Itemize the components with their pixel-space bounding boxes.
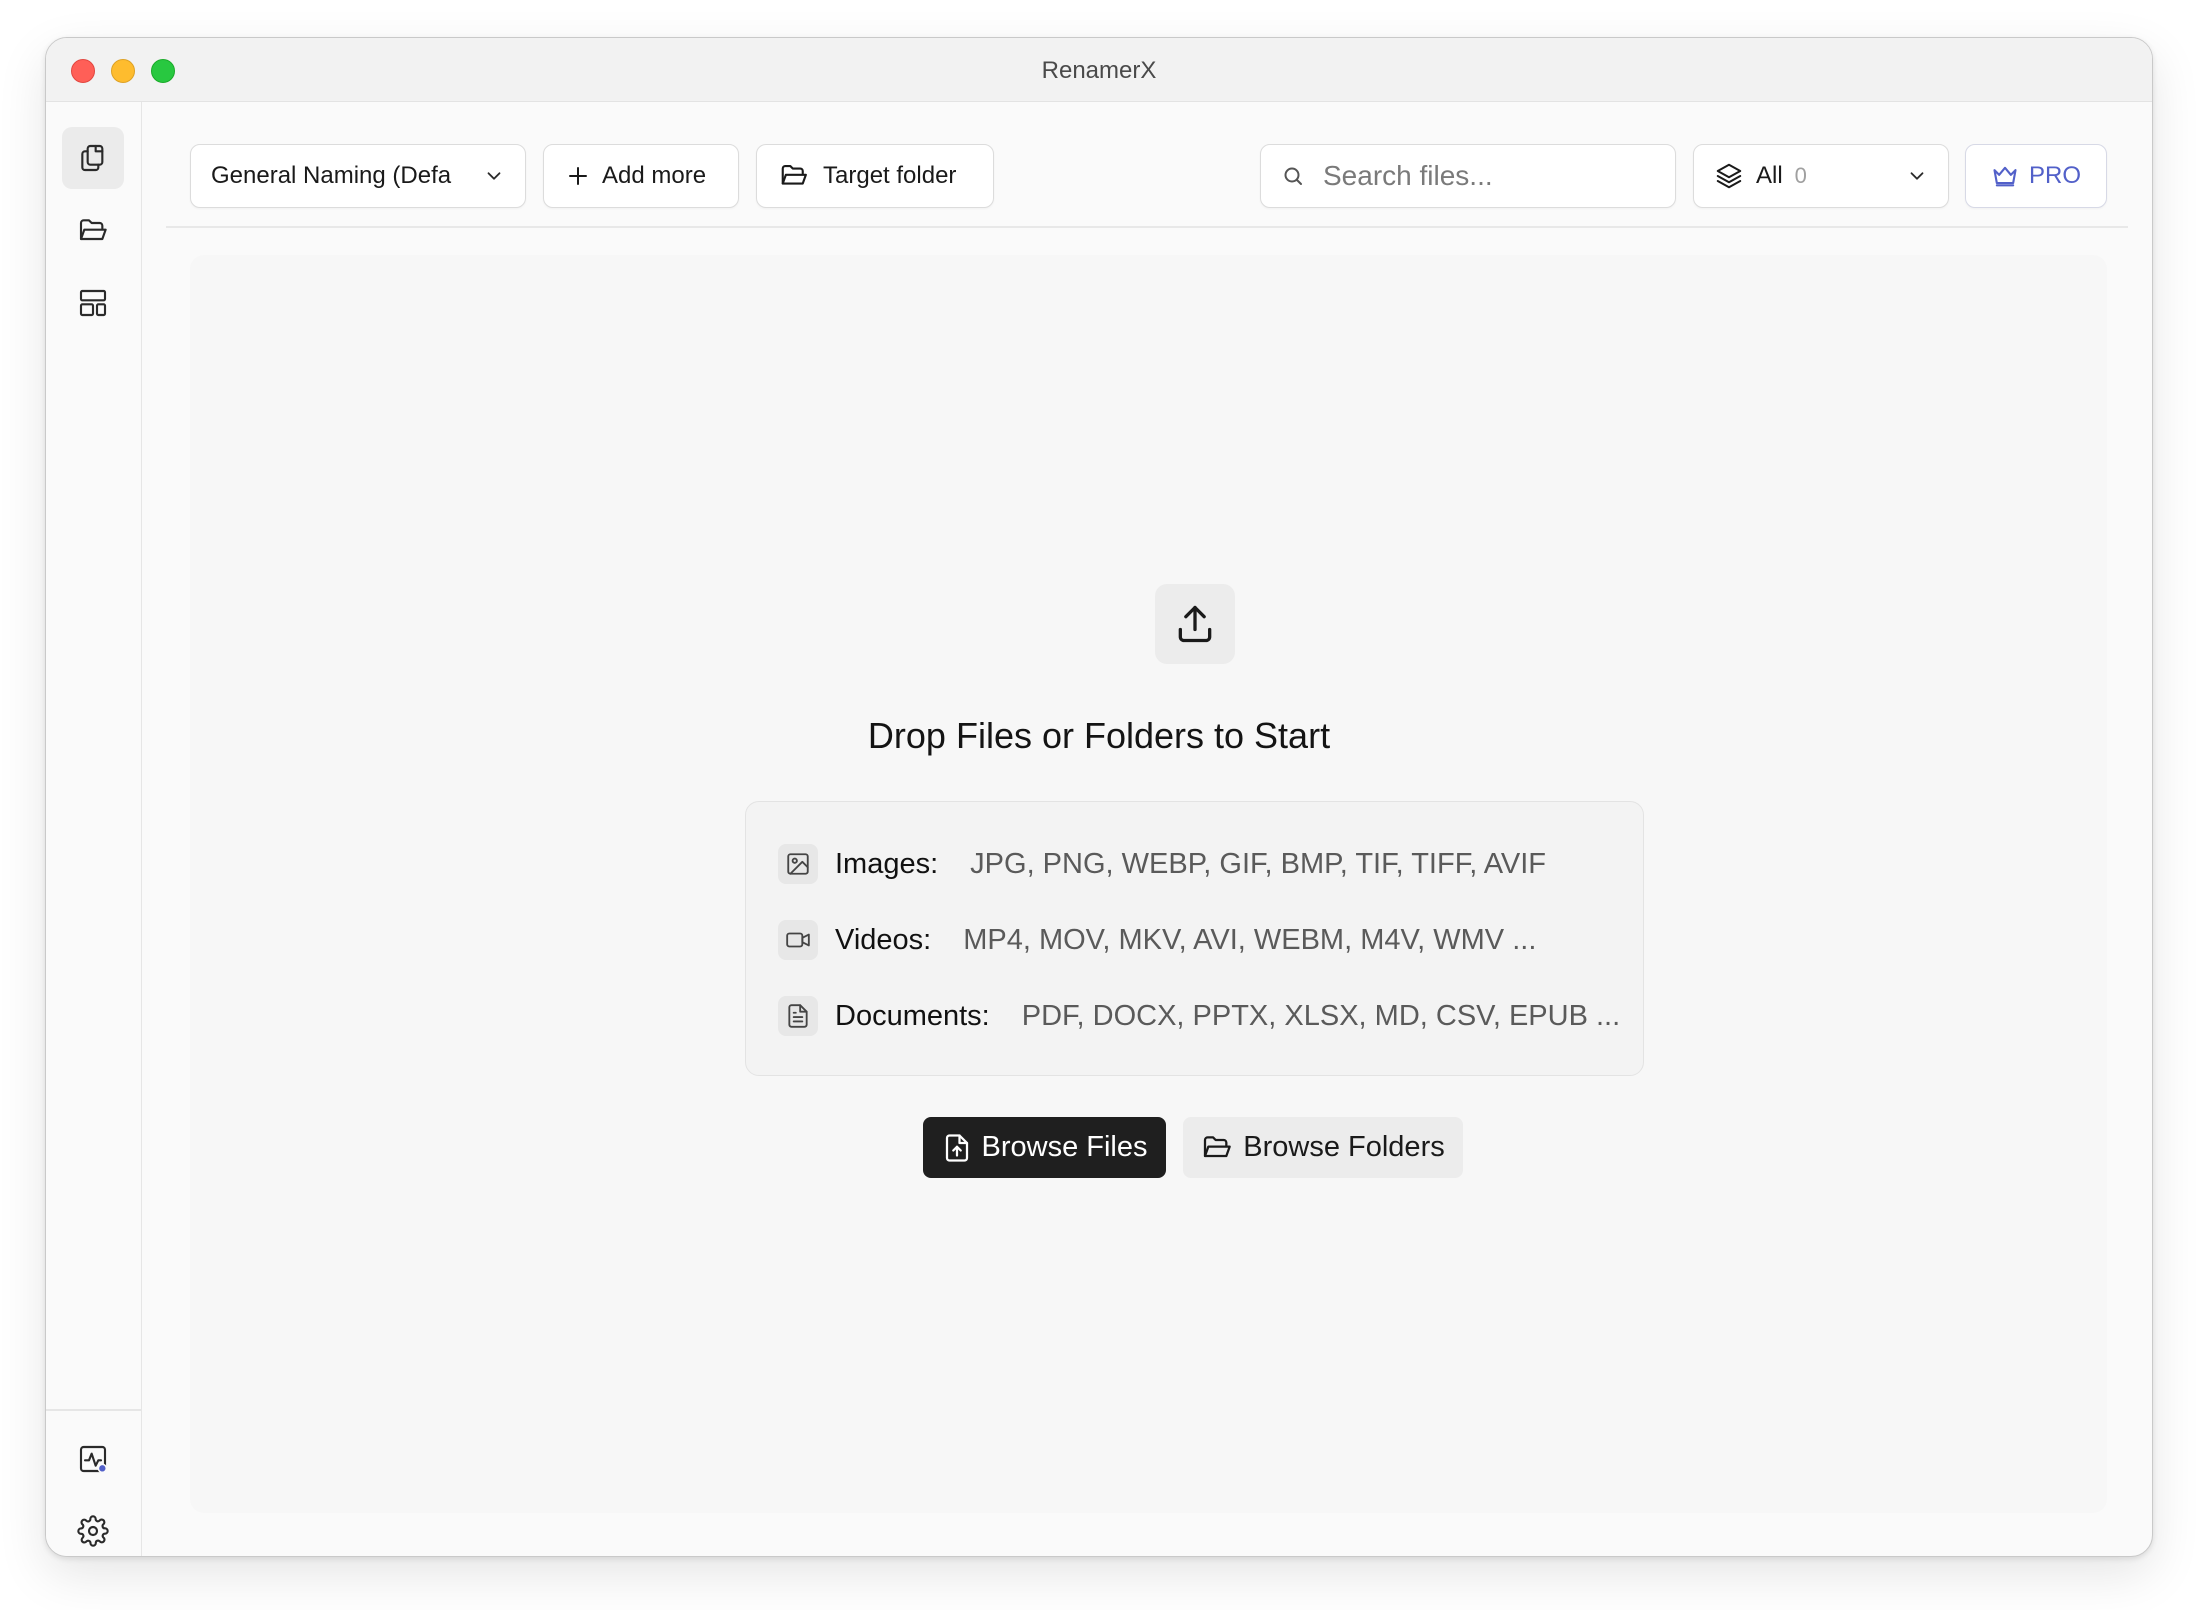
browse-files-button[interactable]: Browse Files xyxy=(923,1117,1166,1178)
target-folder-button[interactable]: Target folder xyxy=(756,144,994,208)
document-icon xyxy=(778,996,818,1036)
folder-open-icon xyxy=(1204,1135,1232,1157)
browse-folders-button[interactable]: Browse Folders xyxy=(1183,1117,1463,1178)
crown-icon xyxy=(1993,166,2017,187)
toolbar-divider xyxy=(166,226,2128,228)
type-values: PDF, DOCX, PPTX, XLSX, MD, CSV, EPUB ... xyxy=(1021,999,1621,1032)
browse-files-label: Browse Files xyxy=(981,1131,1148,1163)
upload-icon xyxy=(1178,605,1212,643)
search-input[interactable] xyxy=(1323,160,1643,192)
chevron-down-icon xyxy=(1910,172,1924,180)
activity-icon xyxy=(79,1445,108,1474)
sidebar-item-activity[interactable] xyxy=(62,1428,124,1490)
layers-icon xyxy=(1716,163,1742,189)
filter-label: All xyxy=(1756,162,1783,189)
chevron-down-icon xyxy=(487,172,501,180)
type-label: Images: xyxy=(835,847,939,880)
add-more-button[interactable]: Add more xyxy=(543,144,739,208)
type-label: Documents: xyxy=(835,999,990,1032)
sidebar-item-folders[interactable] xyxy=(62,200,124,262)
type-row-videos: Videos: MP4, MOV, MKV, AVI, WEBM, M4V, W… xyxy=(778,920,1536,960)
image-icon xyxy=(778,844,818,884)
pro-label: PRO xyxy=(2028,162,2081,189)
pro-upgrade-button[interactable]: PRO xyxy=(1965,144,2107,208)
upload-icon-tile xyxy=(1155,584,1235,664)
search-field[interactable] xyxy=(1260,144,1676,208)
type-label: Videos: xyxy=(835,923,932,956)
browse-folders-label: Browse Folders xyxy=(1243,1131,1445,1163)
search-icon xyxy=(1284,167,1302,185)
naming-preset-label: General Naming (Defa xyxy=(211,162,452,189)
sidebar-item-settings[interactable] xyxy=(62,1500,124,1556)
sidebar xyxy=(46,102,142,1556)
filter-count-badge: 0 xyxy=(1794,163,1807,188)
app-window: RenamerX General Naming (Defa Add more T… xyxy=(45,37,2153,1557)
window-title: RenamerX xyxy=(1041,57,1157,84)
type-row-images: Images: JPG, PNG, WEBP, GIF, BMP, TIF, T… xyxy=(778,844,1546,884)
gear-icon xyxy=(77,1515,109,1547)
files-icon xyxy=(81,144,104,172)
add-more-label: Add more xyxy=(602,162,707,189)
drop-zone-title: Drop Files or Folders to Start xyxy=(867,715,1331,756)
target-folder-label: Target folder xyxy=(823,162,957,189)
naming-preset-select[interactable]: General Naming (Defa xyxy=(190,144,526,208)
file-type-filter-select[interactable]: All 0 xyxy=(1693,144,1949,208)
title-bar: RenamerX xyxy=(46,38,2152,102)
plus-icon xyxy=(569,167,587,185)
file-upload-icon xyxy=(945,1133,968,1162)
type-values: MP4, MOV, MKV, AVI, WEBM, M4V, WMV ... xyxy=(963,923,1537,956)
folder-open-icon xyxy=(781,164,807,185)
supported-types-card: Images: JPG, PNG, WEBP, GIF, BMP, TIF, T… xyxy=(745,801,1644,1076)
video-icon xyxy=(778,920,818,960)
type-values: JPG, PNG, WEBP, GIF, BMP, TIF, TIFF, AVI… xyxy=(970,847,1547,880)
type-row-documents: Documents: PDF, DOCX, PPTX, XLSX, MD, CS… xyxy=(778,996,1620,1036)
sidebar-divider xyxy=(46,1409,141,1411)
folder-open-icon xyxy=(79,219,107,241)
layout-icon xyxy=(79,289,107,317)
sidebar-item-files[interactable] xyxy=(62,127,124,189)
sidebar-item-templates[interactable] xyxy=(62,272,124,334)
